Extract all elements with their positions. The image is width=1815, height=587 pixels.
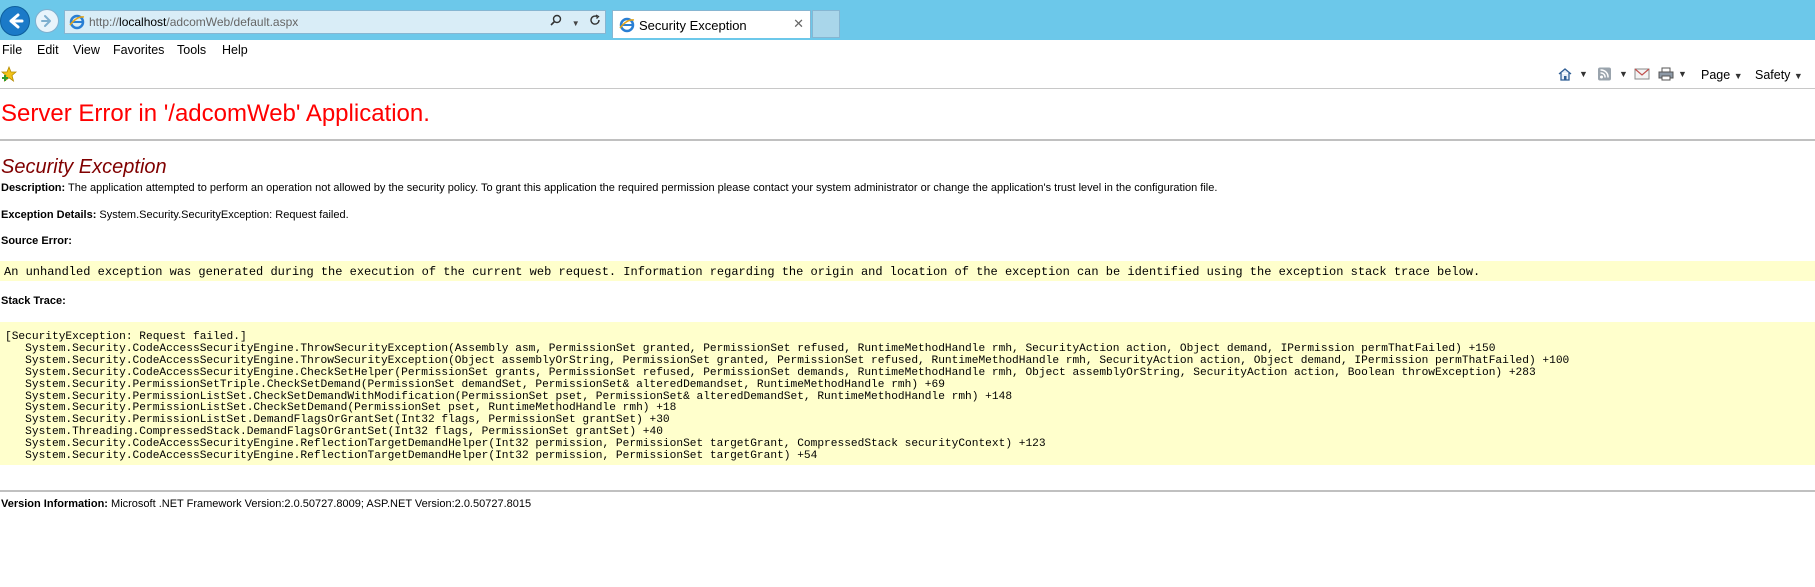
home-icon[interactable] [1557, 67, 1573, 81]
safety-menu-label: Safety [1755, 68, 1791, 82]
stack-trace-text: [SecurityException: Request failed.] Sys… [5, 331, 1570, 463]
source-error-box: An unhandled exception was generated dur… [0, 261, 1815, 281]
menu-file[interactable]: File [2, 43, 22, 57]
menu-help[interactable]: Help [222, 43, 248, 57]
menu-favorites[interactable]: Favorites [113, 43, 164, 57]
stack-trace-label: Stack Trace: [1, 295, 66, 307]
url-scheme: http:// [89, 15, 120, 29]
close-tab-icon[interactable]: ✕ [793, 16, 804, 32]
back-arrow-icon [9, 13, 24, 29]
version-info-line: Version Information: Microsoft .NET Fram… [1, 498, 531, 510]
forward-button[interactable] [35, 9, 59, 33]
exception-details-text: System.Security.SecurityException: Reque… [96, 209, 349, 221]
ie-page-icon [69, 14, 85, 30]
description-line: Description: The application attempted t… [1, 182, 1217, 194]
page-menu-button[interactable]: Page ▼ [1701, 68, 1743, 82]
ie-tab-icon [619, 17, 635, 33]
address-url[interactable]: http://localhost/adcomWeb/default.aspx [89, 15, 298, 29]
exception-title: Security Exception [1, 156, 167, 178]
page-menu-label: Page [1701, 68, 1731, 82]
url-path: /adcomWeb/default.aspx [166, 15, 299, 29]
url-host: localhost [119, 15, 167, 29]
description-label: Description: [1, 182, 66, 194]
safety-dropdown-icon: ▼ [1793, 71, 1803, 81]
menu-edit[interactable]: Edit [37, 43, 59, 57]
back-button[interactable] [0, 6, 30, 36]
safety-menu-button[interactable]: Safety ▼ [1755, 68, 1803, 82]
menu-view[interactable]: View [73, 43, 100, 57]
version-text: Microsoft .NET Framework Version:2.0.507… [107, 498, 532, 510]
exception-details-label: Exception Details: [1, 209, 97, 221]
menu-bar: File Edit View Favorites Tools Help [0, 40, 1815, 62]
exception-details-line: Exception Details: System.Security.Secur… [1, 209, 349, 221]
print-dropdown-icon[interactable]: ▼ [1678, 69, 1687, 79]
browser-titlebar: http://localhost/adcomWeb/default.aspx ▼… [0, 0, 1815, 40]
command-bar: ▼ ▼ ▼ Page ▼ Safety ▼ [0, 62, 1815, 89]
forward-arrow-icon [41, 15, 51, 27]
source-error-label: Source Error: [1, 235, 72, 247]
address-bar[interactable]: http://localhost/adcomWeb/default.aspx ▼ [64, 10, 606, 34]
favorites-star-icon[interactable] [1, 66, 17, 82]
refresh-icon[interactable] [589, 14, 601, 29]
tab-title: Security Exception [639, 18, 747, 33]
home-dropdown-icon[interactable]: ▼ [1579, 69, 1588, 79]
description-text: The application attempted to perform an … [65, 182, 1218, 194]
version-label: Version Information: [1, 498, 108, 510]
search-icon[interactable] [550, 14, 562, 29]
tab-security-exception[interactable]: Security Exception ✕ [612, 10, 811, 38]
page-dropdown-icon: ▼ [1733, 71, 1743, 81]
stack-trace-box: [SecurityException: Request failed.] Sys… [0, 322, 1815, 465]
divider [0, 139, 1815, 141]
menu-tools[interactable]: Tools [177, 43, 206, 57]
new-tab-button[interactable] [812, 10, 840, 38]
divider [0, 490, 1815, 492]
server-error-title: Server Error in '/adcomWeb' Application. [1, 100, 430, 127]
print-icon[interactable] [1658, 67, 1674, 81]
dropdown-arrow-icon[interactable]: ▼ [572, 19, 580, 28]
read-mail-icon[interactable] [1634, 67, 1650, 81]
feeds-dropdown-icon[interactable]: ▼ [1619, 69, 1628, 79]
rss-feeds-icon[interactable] [1597, 67, 1613, 81]
